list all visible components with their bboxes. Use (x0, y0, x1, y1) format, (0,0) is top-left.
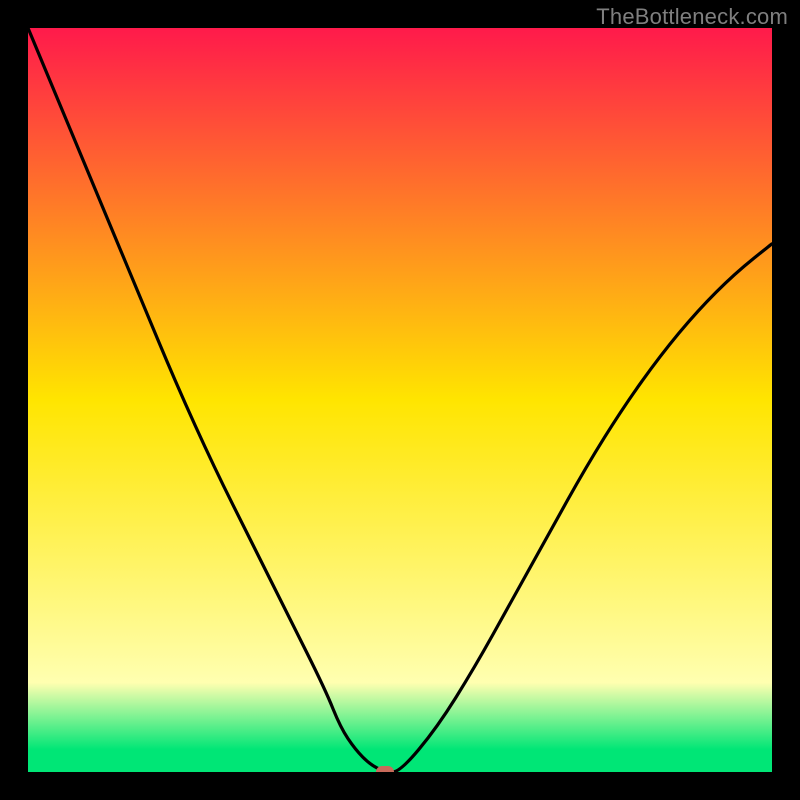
watermark-text: TheBottleneck.com (596, 4, 788, 30)
plot-area (28, 28, 772, 772)
chart-container: TheBottleneck.com (0, 0, 800, 800)
curve-svg (28, 28, 772, 772)
optimal-point-marker (376, 766, 394, 772)
bottleneck-curve-path (28, 28, 772, 772)
